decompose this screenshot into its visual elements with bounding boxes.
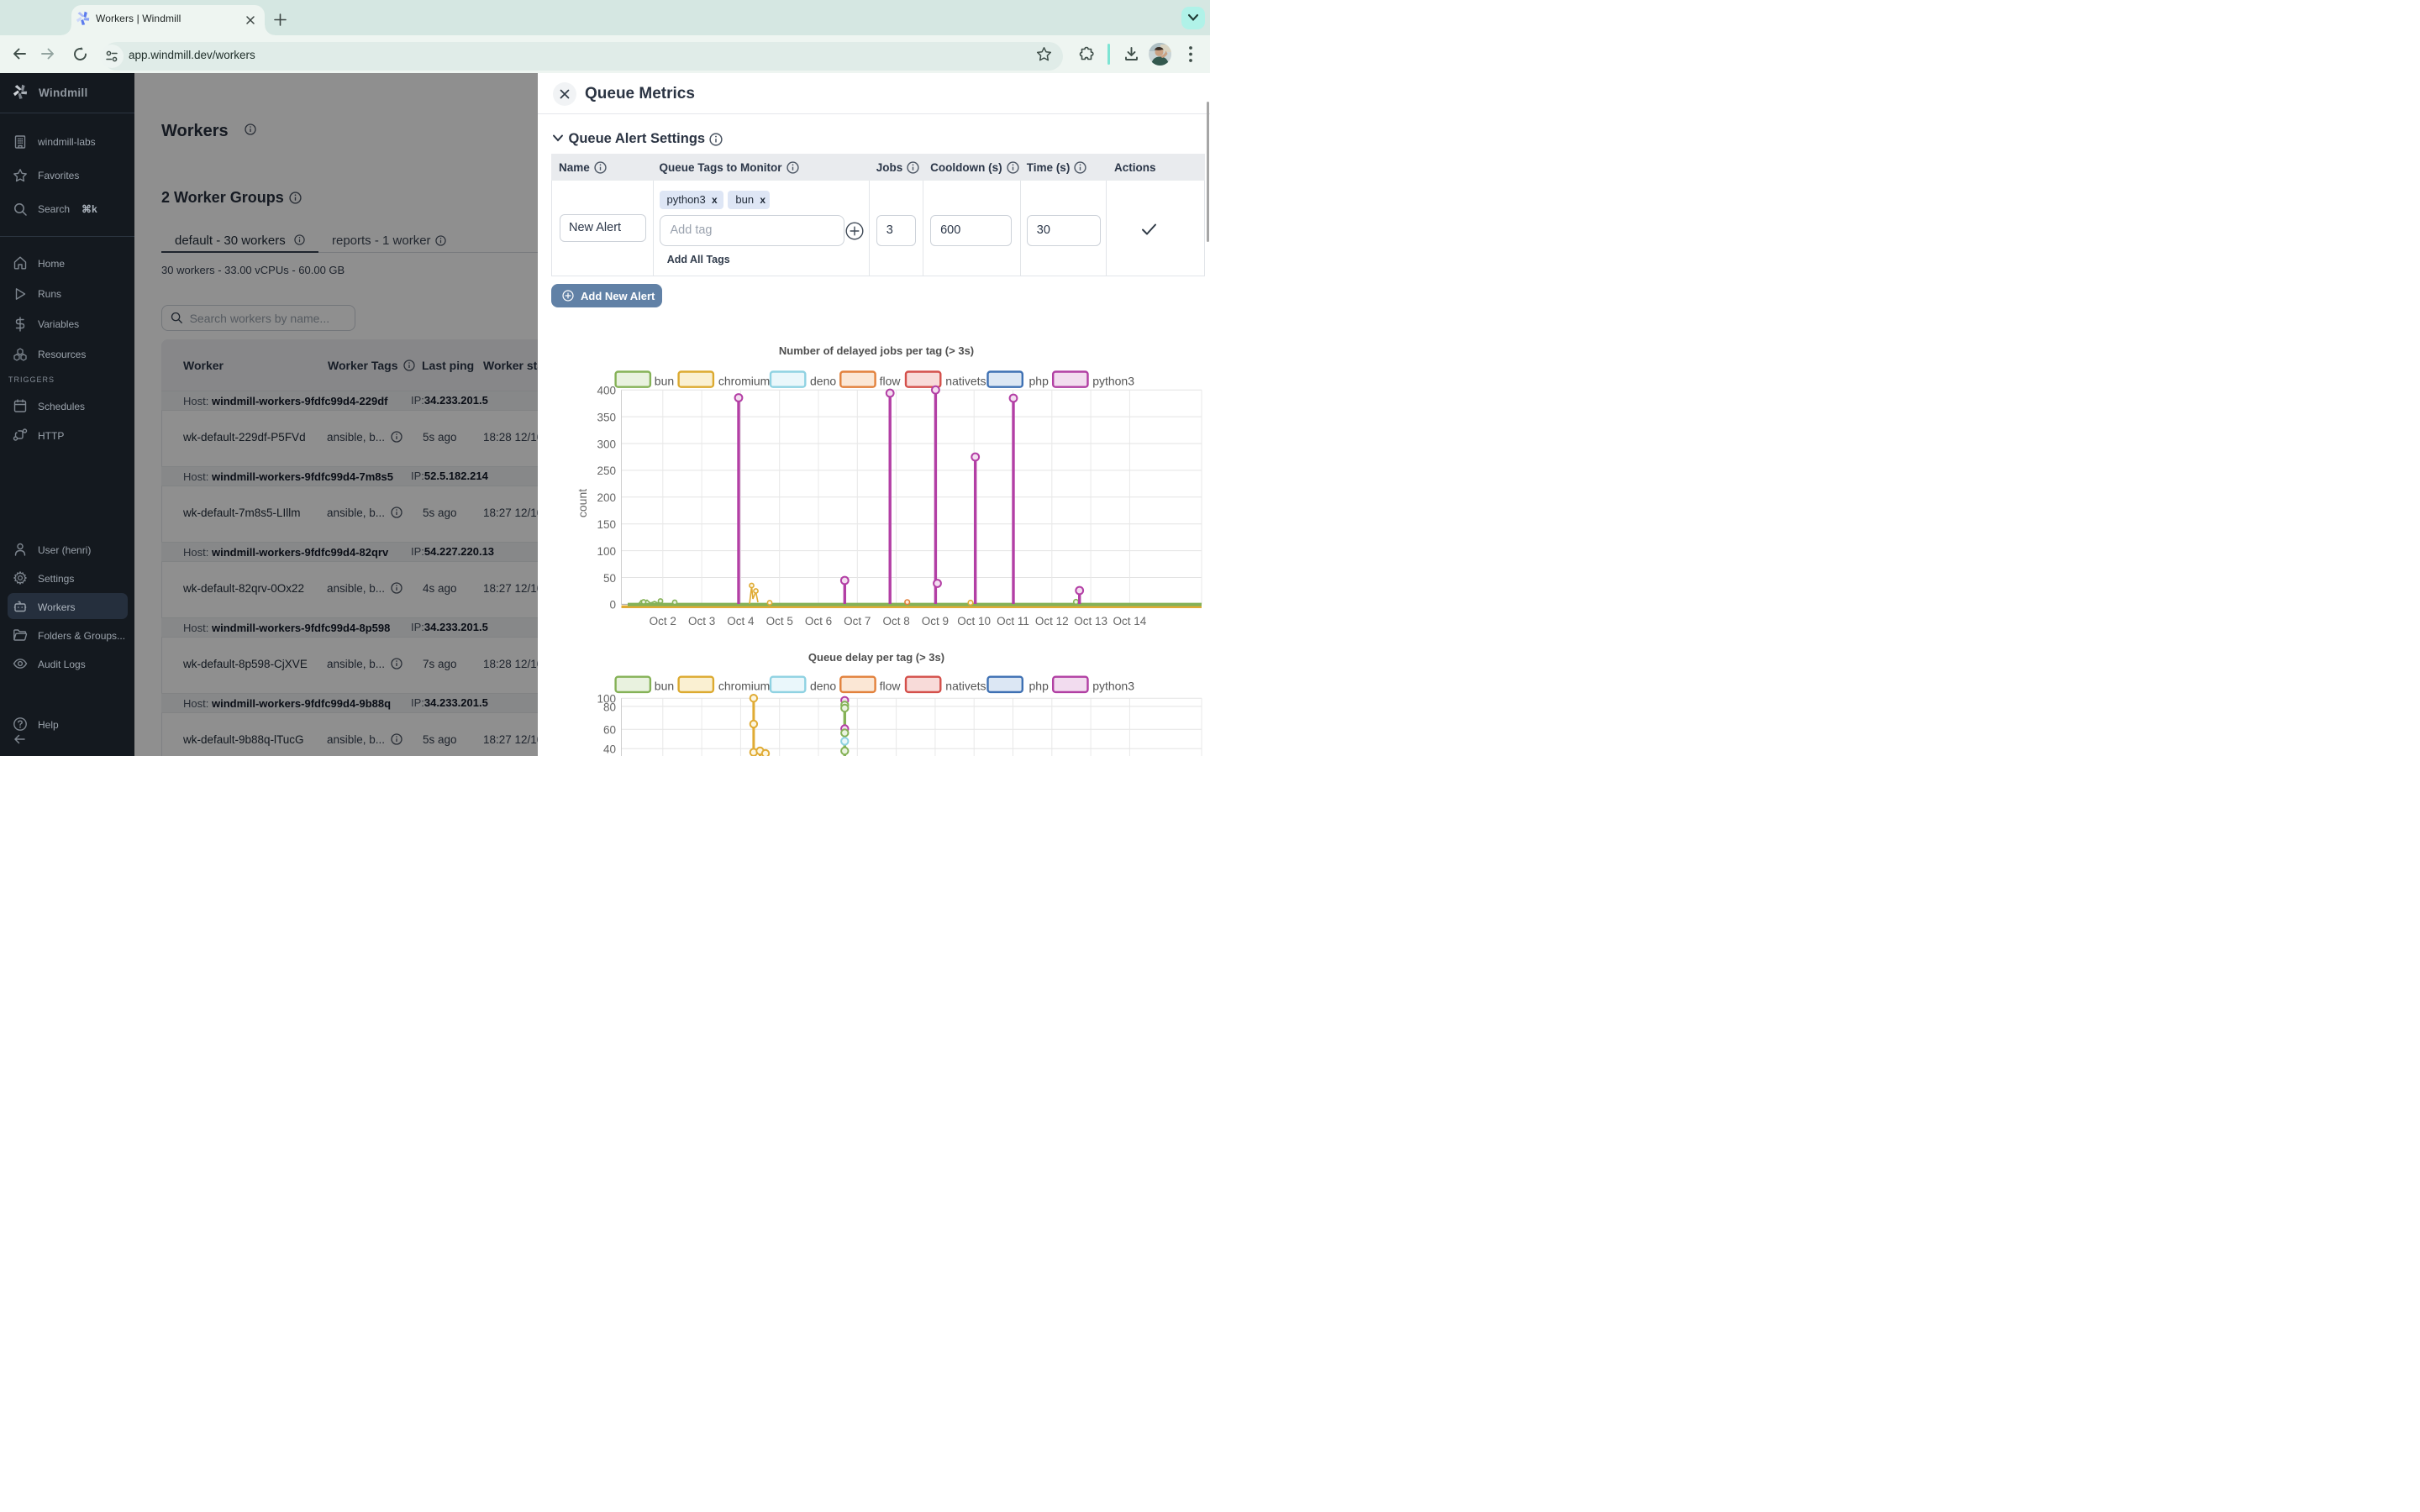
- svg-text:Oct 8: Oct 8: [882, 615, 909, 627]
- svg-text:php: php: [1029, 375, 1050, 388]
- svg-text:Oct 12: Oct 12: [1035, 615, 1069, 627]
- svg-text:bun: bun: [655, 375, 674, 388]
- svg-text:Oct 11: Oct 11: [997, 615, 1029, 627]
- svg-text:Oct 3: Oct 3: [688, 615, 715, 627]
- svg-text:Oct 14: Oct 14: [1113, 615, 1147, 627]
- svg-text:Oct 7: Oct 7: [844, 615, 871, 627]
- svg-text:chromium: chromium: [718, 680, 770, 693]
- svg-text:Oct 10: Oct 10: [957, 615, 991, 627]
- svg-text:80: 80: [603, 701, 616, 714]
- svg-text:bun: bun: [655, 680, 674, 693]
- svg-text:200: 200: [597, 491, 616, 504]
- svg-text:0: 0: [609, 599, 616, 612]
- svg-text:Number of delayed jobs per tag: Number of delayed jobs per tag (> 3s): [779, 344, 974, 357]
- svg-text:deno: deno: [810, 375, 836, 388]
- svg-text:count: count: [576, 489, 589, 517]
- svg-text:chromium: chromium: [718, 375, 770, 388]
- svg-text:350: 350: [597, 411, 616, 423]
- svg-text:php: php: [1029, 680, 1050, 693]
- svg-text:60: 60: [603, 724, 616, 737]
- svg-text:Oct 2: Oct 2: [650, 615, 676, 627]
- svg-text:nativets: nativets: [945, 680, 986, 693]
- svg-text:Oct 6: Oct 6: [805, 615, 832, 627]
- svg-text:400: 400: [597, 385, 616, 397]
- svg-text:python3: python3: [1092, 680, 1134, 693]
- svg-text:python3: python3: [1092, 375, 1134, 388]
- svg-text:flow: flow: [880, 375, 902, 388]
- svg-text:50: 50: [603, 572, 616, 585]
- svg-text:nativets: nativets: [945, 375, 986, 388]
- svg-text:250: 250: [597, 465, 616, 477]
- svg-text:deno: deno: [810, 680, 836, 693]
- svg-text:Oct 5: Oct 5: [766, 615, 793, 627]
- svg-text:100: 100: [597, 545, 616, 558]
- svg-text:300: 300: [597, 438, 616, 450]
- svg-text:Queue delay per tag (> 3s): Queue delay per tag (> 3s): [808, 651, 944, 664]
- svg-text:flow: flow: [880, 680, 902, 693]
- svg-text:Oct 4: Oct 4: [727, 615, 755, 627]
- svg-text:Oct 13: Oct 13: [1074, 615, 1107, 627]
- svg-text:40: 40: [603, 743, 616, 756]
- svg-text:150: 150: [597, 518, 616, 531]
- svg-text:Oct 9: Oct 9: [922, 615, 949, 627]
